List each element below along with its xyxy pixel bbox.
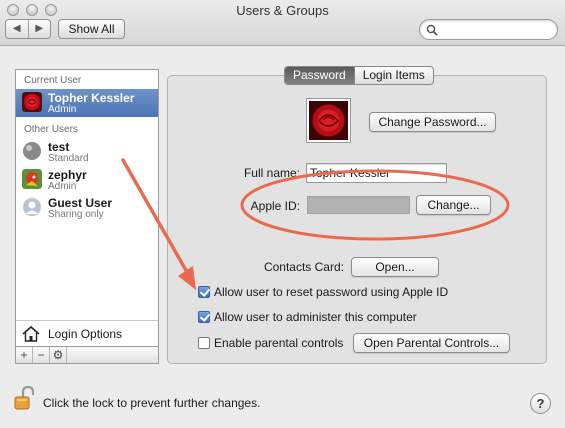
red-rose-avatar [22,92,42,112]
current-user-header: Current User [24,75,82,86]
search-input[interactable] [419,19,558,40]
back-forward-control: ◀ ▶ [5,19,51,39]
user-role: Admin [48,104,77,115]
parental-controls-checkbox[interactable]: Enable parental controls [198,336,343,350]
user-name: Topher Kessler [48,91,135,105]
forward-button[interactable]: ▶ [29,20,51,38]
remove-user-button[interactable]: − [33,347,50,363]
checkbox-checked [198,286,210,298]
tab-password[interactable]: Password [285,67,354,84]
action-menu-button[interactable]: ⚙ [50,347,67,363]
users-list: Current User Topher Kessler Admin Other … [15,69,159,347]
sidebar-button-bar: + − ⚙ [15,347,159,364]
apple-id-field [307,196,410,214]
user-picture[interactable] [306,98,351,143]
search-icon [426,24,438,36]
tab-bar: Password Login Items [284,66,434,85]
gray-ball-avatar [23,142,41,160]
open-contacts-card-button[interactable]: Open... [351,257,439,277]
house-icon [22,326,40,342]
title-bar: Users & Groups ◀ ▶ Show All [0,0,565,46]
add-user-button[interactable]: + [16,347,33,363]
login-options-label: Login Options [48,327,123,341]
user-row-guest-user[interactable]: Guest User Sharing only [16,194,158,222]
apple-id-label: Apple ID: [250,199,300,213]
back-button[interactable]: ◀ [6,20,29,38]
tab-login-items[interactable]: Login Items [353,67,433,84]
red-rose-picture [309,101,348,140]
full-name-field[interactable]: Topher Kessler [306,163,447,183]
help-button[interactable]: ? [530,393,551,414]
reset-password-checkbox[interactable]: Allow user to reset password using Apple… [198,285,448,299]
user-name: Guest User [48,196,113,210]
user-row-topher-kessler[interactable]: Topher Kessler Admin [16,89,158,117]
login-options-item[interactable]: Login Options [16,320,158,346]
checkbox-checked [198,311,210,323]
checkbox-label: Enable parental controls [214,336,344,350]
change-apple-id-button[interactable]: Change... [416,195,491,215]
generic-person-avatar [23,198,41,216]
administer-computer-checkbox[interactable]: Allow user to administer this computer [198,310,417,324]
contacts-card-label: Contacts Card: [263,260,344,274]
checkbox-label: Allow user to reset password using Apple… [214,285,449,299]
parrot-avatar [22,169,42,189]
checkbox-label: Allow user to administer this computer [214,310,417,324]
lock-icon[interactable] [14,386,34,410]
user-role: Standard [48,153,89,164]
user-name: test [48,140,70,154]
user-role: Sharing only [48,209,104,220]
users-groups-window: Users & Groups ◀ ▶ Show All Current User… [0,0,565,428]
show-all-button[interactable]: Show All [58,19,125,39]
window-title: Users & Groups [236,3,329,18]
user-role: Admin [48,181,77,192]
user-row-test[interactable]: test Standard [16,138,158,166]
user-name: zephyr [48,168,87,182]
full-name-label: Full name: [243,166,300,180]
change-password-button[interactable]: Change Password... [369,112,496,132]
lock-message: Click the lock to prevent further change… [43,396,261,410]
open-parental-controls-button[interactable]: Open Parental Controls... [353,333,510,353]
user-row-zephyr[interactable]: zephyr Admin [16,166,158,194]
other-users-header: Other Users [24,124,78,135]
checkbox-unchecked [198,337,210,349]
